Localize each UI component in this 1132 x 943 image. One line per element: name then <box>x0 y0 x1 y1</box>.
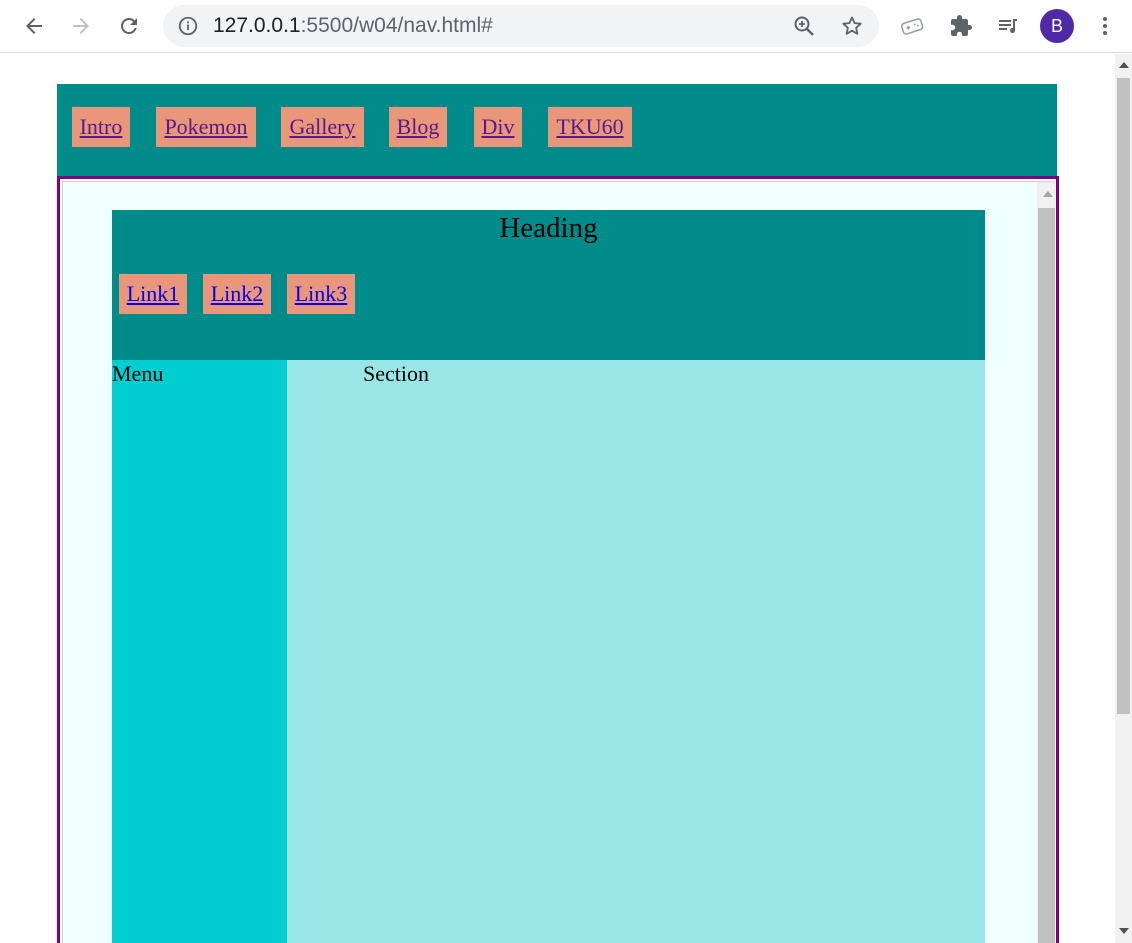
iframe-scroll-thumb[interactable] <box>1038 208 1055 943</box>
url-host: 127.0.0.1 <box>213 14 301 37</box>
profile-avatar[interactable]: B <box>1040 9 1074 43</box>
forward-button[interactable] <box>63 8 99 44</box>
section-panel: Section <box>287 360 985 943</box>
info-icon[interactable] <box>177 15 199 37</box>
section-label: Section <box>363 361 429 386</box>
nav-link-intro[interactable]: Intro <box>72 107 130 147</box>
star-icon[interactable] <box>840 14 864 38</box>
menu-panel: Menu <box>112 360 287 943</box>
nav-link-blog[interactable]: Blog <box>389 107 447 147</box>
page-header: Heading Link1 Link2 Link3 <box>112 210 985 360</box>
nav-link-tku60[interactable]: TKU60 <box>548 107 632 147</box>
browser-toolbar: 127.0.0.1:5500/w04/nav.html# B <box>0 0 1132 53</box>
gamepad-icon <box>900 18 924 35</box>
puzzle-icon <box>951 15 972 36</box>
zoom-icon[interactable] <box>792 14 816 38</box>
extensions-button[interactable] <box>943 8 979 44</box>
header-link-1[interactable]: Link1 <box>119 274 187 314</box>
header-link-3[interactable]: Link3 <box>287 274 355 314</box>
page-viewport: Intro Pokemon Gallery Blog Div TKU60 Hea… <box>0 54 1115 943</box>
header-link-2[interactable]: Link2 <box>203 274 271 314</box>
site-nav-bar: Intro Pokemon Gallery Blog Div TKU60 <box>57 84 1057 176</box>
header-heading: Heading <box>499 212 598 244</box>
url-text[interactable]: 127.0.0.1:5500/w04/nav.html# <box>213 15 493 37</box>
menu-label: Menu <box>112 361 164 386</box>
arrow-right-icon <box>73 18 89 34</box>
page-scrollbar[interactable] <box>1115 54 1132 943</box>
playlist-music-icon <box>999 19 1017 33</box>
reload-icon <box>120 17 137 34</box>
page-scroll-thumb[interactable] <box>1117 78 1130 714</box>
back-button[interactable] <box>16 8 52 44</box>
extension-gamepad-button[interactable] <box>894 8 930 44</box>
arrow-left-icon <box>26 18 42 34</box>
iframe-scroll-up-arrow[interactable] <box>1043 191 1053 197</box>
more-vert-icon <box>1103 17 1107 35</box>
nav-link-div[interactable]: Div <box>474 107 522 147</box>
nav-link-pokemon[interactable]: Pokemon <box>156 107 256 147</box>
page-scroll-down-arrow[interactable] <box>1119 928 1129 934</box>
nav-link-gallery[interactable]: Gallery <box>281 107 364 147</box>
media-control-button[interactable] <box>990 8 1026 44</box>
url-path: :5500/w04/nav.html# <box>300 14 493 37</box>
browser-menu-button[interactable] <box>1087 8 1123 44</box>
iframe-document: Heading Link1 Link2 Link3 Menu Section <box>62 181 1055 943</box>
embedded-iframe: Heading Link1 Link2 Link3 Menu Section <box>57 176 1059 943</box>
reload-button[interactable] <box>111 8 147 44</box>
address-bar[interactable]: 127.0.0.1:5500/w04/nav.html# <box>163 5 879 47</box>
iframe-scrollbar[interactable] <box>1037 182 1055 943</box>
page-scroll-up-arrow[interactable] <box>1119 62 1129 68</box>
